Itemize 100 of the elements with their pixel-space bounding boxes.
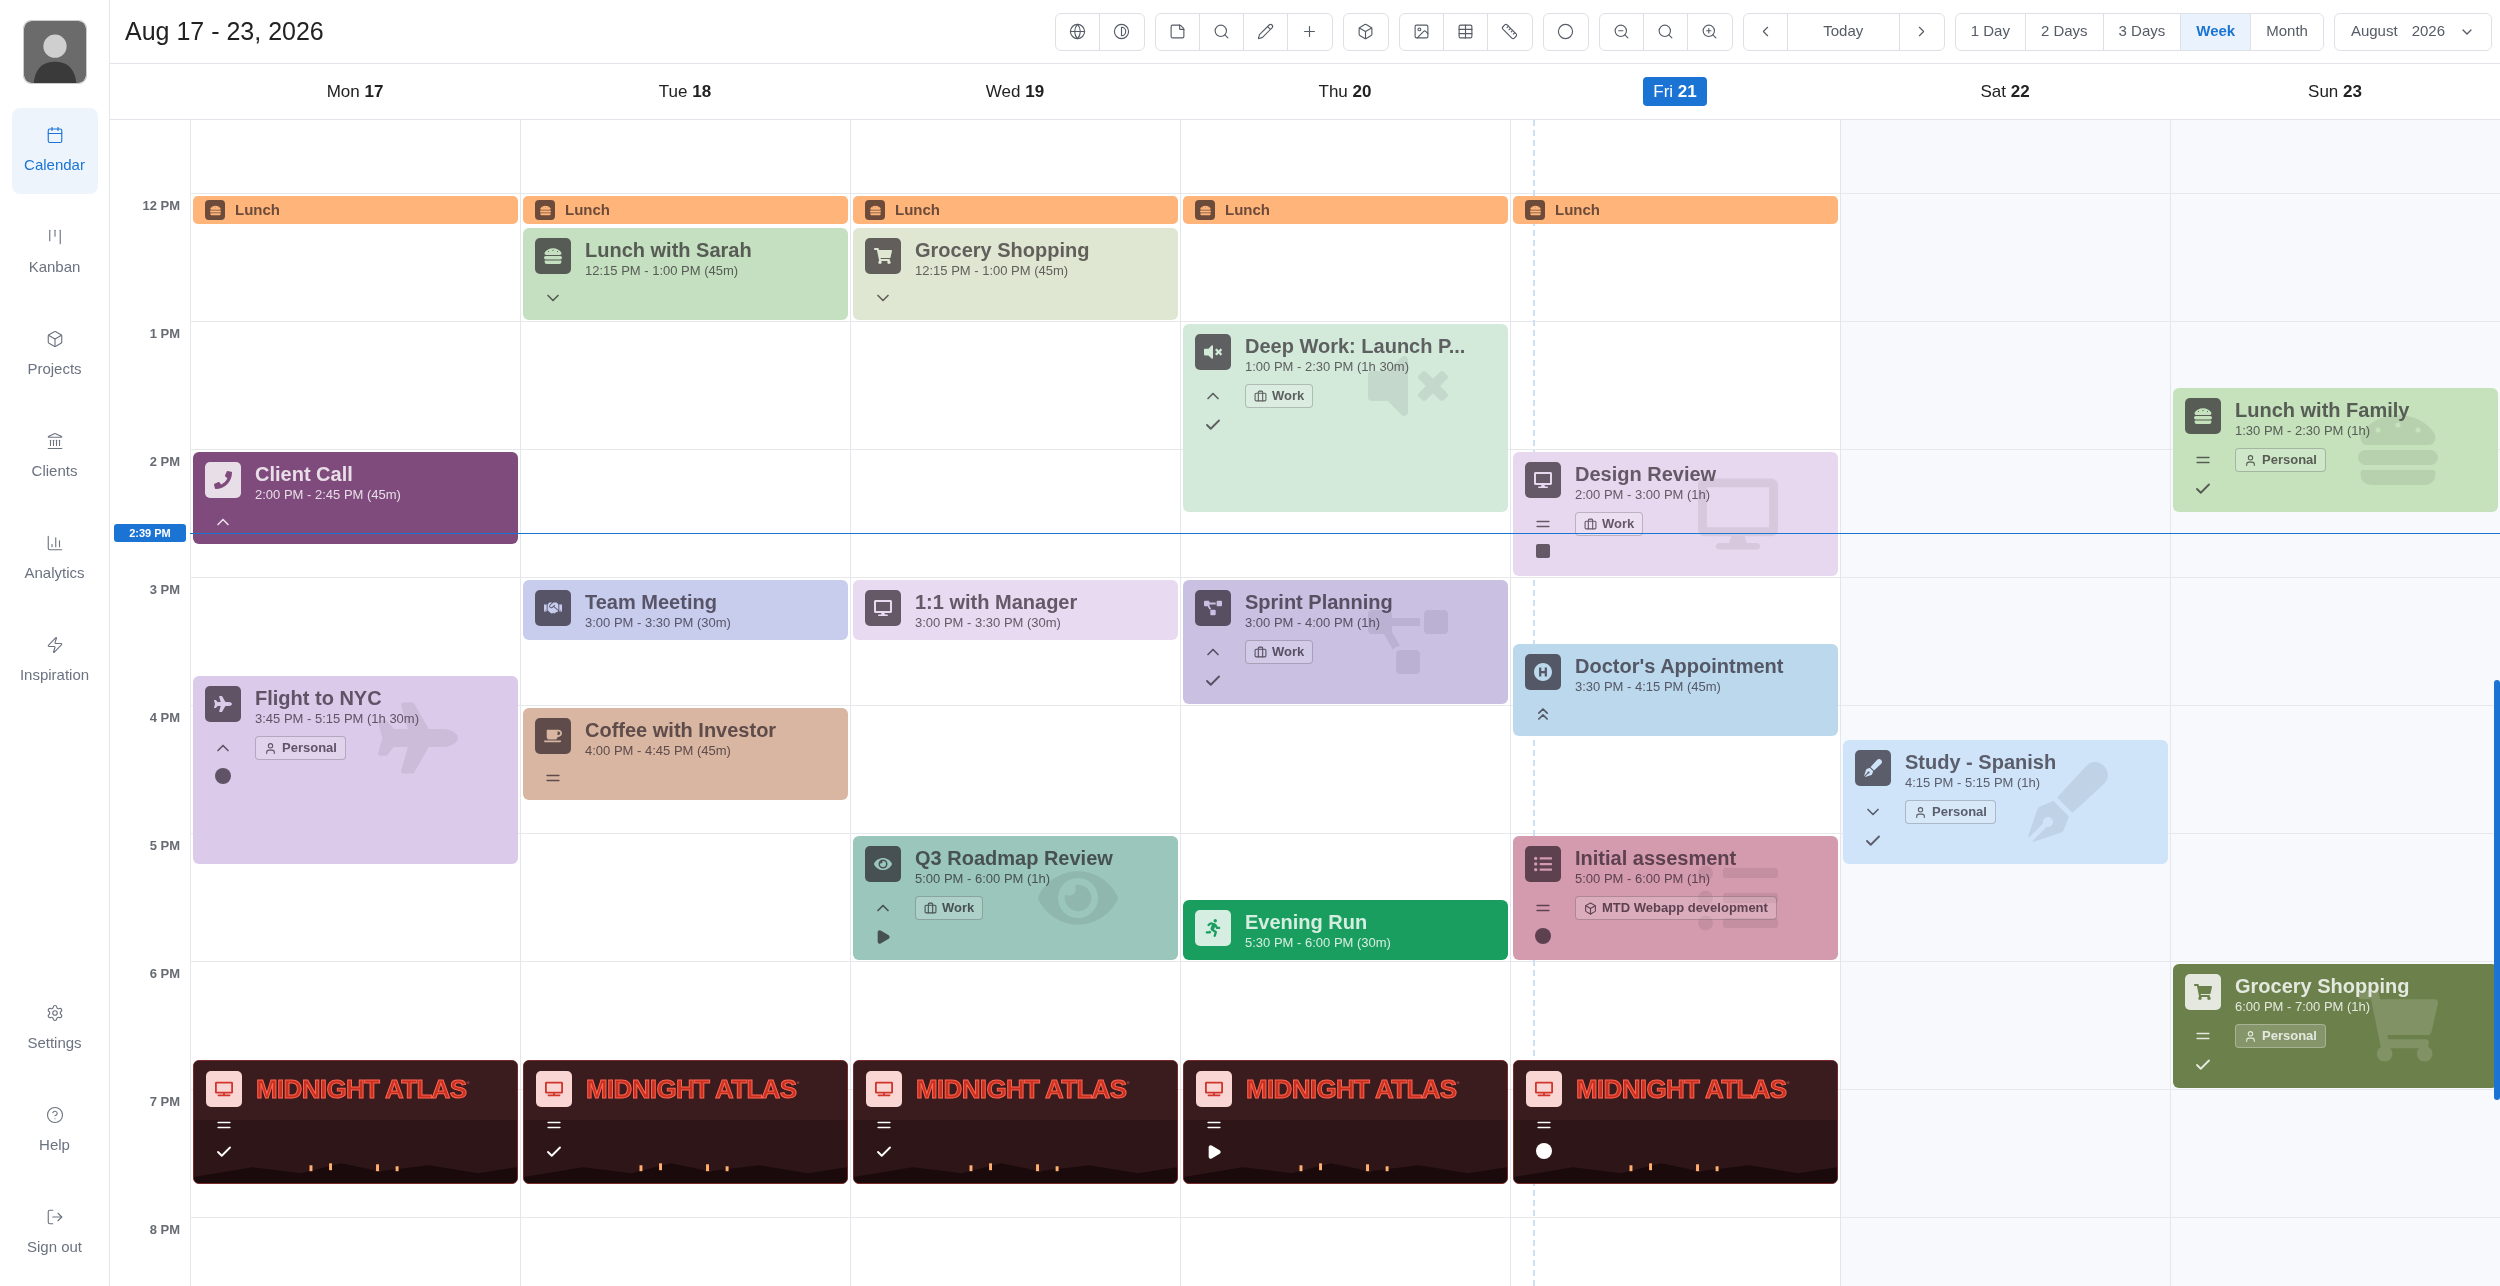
- event-card[interactable]: 1:1 with Manager 3:00 PM - 3:30 PM (30m): [853, 580, 1178, 640]
- burger-icon: [1195, 200, 1215, 220]
- event-card[interactable]: Client Call 2:00 PM - 2:45 PM (45m): [193, 452, 518, 544]
- event-title: Lunch: [895, 199, 940, 220]
- event-title: Deep Work: Launch P...: [1245, 334, 1467, 358]
- monitor-icon: [1525, 462, 1561, 498]
- view-tab[interactable]: 1 Day: [1955, 13, 2026, 50]
- tv-icon: [1196, 1071, 1232, 1107]
- event-title: Team Meeting: [585, 590, 718, 614]
- event-time: 5:30 PM - 6:00 PM (30m): [1245, 934, 1392, 952]
- bank-icon: [45, 431, 64, 450]
- event-card[interactable]: Evening Run 5:30 PM - 6:00 PM (30m): [1183, 900, 1508, 960]
- note-icon: [1168, 23, 1186, 40]
- event-card[interactable]: Study - Spanish 4:15 PM - 5:15 PM (1h) Personal: [1843, 740, 2168, 864]
- sidebar-item[interactable]: Settings: [11, 986, 98, 1072]
- sidebar-item[interactable]: Help: [11, 1088, 98, 1174]
- tv-icon: [1526, 1071, 1562, 1107]
- event-card[interactable]: Design Review 2:00 PM - 3:00 PM (1h) Work: [1513, 452, 1838, 576]
- event-card[interactable]: MIDNIGHT ATLAS: [1513, 1060, 1838, 1184]
- view-tab[interactable]: Month: [2251, 13, 2323, 50]
- month-select[interactable]: August 2026: [2333, 12, 2492, 51]
- sidebar-item[interactable]: Analytics: [11, 516, 98, 602]
- sidebar-item[interactable]: Clients: [11, 414, 98, 500]
- event-card[interactable]: MIDNIGHT ATLAS: [523, 1060, 848, 1184]
- today-button[interactable]: Today: [1787, 13, 1900, 50]
- sidebar-item[interactable]: Projects: [11, 312, 98, 398]
- event-card[interactable]: Q3 Roadmap Review 5:00 PM - 6:00 PM (1h) Work: [853, 836, 1178, 960]
- event-card[interactable]: MIDNIGHT ATLAS: [193, 1060, 518, 1184]
- burger-icon: [2185, 398, 2221, 434]
- scrollbar[interactable]: [2494, 680, 2500, 1100]
- burger-icon: [205, 200, 225, 220]
- time-label: 2 PM: [149, 453, 180, 470]
- event-card[interactable]: Coffee with Investor 4:00 PM - 4:45 PM (45m): [523, 708, 848, 800]
- view-tab[interactable]: Week: [2181, 13, 2252, 50]
- event-title: Lunch: [1555, 199, 1600, 220]
- bar-chart-icon: [45, 533, 64, 552]
- event-card[interactable]: Lunch with Sarah 12:15 PM - 1:00 PM (45m): [523, 228, 848, 320]
- view-tab[interactable]: 2 Days: [2025, 13, 2104, 50]
- lightning-icon: [45, 635, 64, 654]
- tv-icon: [536, 1071, 572, 1107]
- tv-icon: [206, 1071, 242, 1107]
- event-title: MIDNIGHT ATLAS: [1576, 1073, 1788, 1106]
- circle-icon: [1557, 23, 1575, 40]
- settings-icon: [45, 1003, 64, 1022]
- event-card[interactable]: Team Meeting 3:00 PM - 3:30 PM (30m): [523, 580, 848, 640]
- event-time: 2:00 PM - 3:00 PM (1h): [1575, 486, 1712, 504]
- event-title: Lunch: [1225, 199, 1270, 220]
- event-card[interactable]: Initial assesment 5:00 PM - 6:00 PM (1h) MTD Webapp development: [1513, 836, 1838, 960]
- avatar[interactable]: [22, 20, 87, 84]
- image-icon: [1412, 23, 1430, 40]
- sidebar-item[interactable]: Kanban: [11, 210, 98, 296]
- time-label: 12 PM: [142, 197, 180, 214]
- event-card[interactable]: Lunch with Family 1:30 PM - 2:30 PM (1h) Personal: [2173, 388, 2498, 512]
- table-icon: [1456, 23, 1474, 40]
- burger-icon: [535, 200, 555, 220]
- event-time: 5:00 PM - 6:00 PM (1h): [1575, 870, 1712, 888]
- event-card[interactable]: Grocery Shopping 12:15 PM - 1:00 PM (45m): [853, 228, 1178, 320]
- cart-icon: [865, 238, 901, 274]
- diagram-icon: [1195, 590, 1231, 626]
- sign-out-icon: [45, 1207, 64, 1226]
- event-card[interactable]: Lunch: [1183, 196, 1508, 224]
- event-card[interactable]: MIDNIGHT ATLAS: [1183, 1060, 1508, 1184]
- event-title: Lunch with Sarah: [585, 238, 753, 262]
- calendar-icon: [45, 125, 64, 144]
- sidebar-item[interactable]: Inspiration: [11, 618, 98, 704]
- runner-icon: [1195, 910, 1231, 946]
- event-title: MIDNIGHT ATLAS: [256, 1073, 468, 1106]
- cart-icon: [2185, 974, 2221, 1010]
- event-card[interactable]: Deep Work: Launch P... 1:00 PM - 2:30 PM (1h 30m) Work: [1183, 324, 1508, 512]
- event-time: 12:15 PM - 1:00 PM (45m): [915, 262, 1070, 280]
- event-title: Lunch: [565, 199, 610, 220]
- event-title: Flight to NYC: [255, 686, 383, 710]
- event-card[interactable]: Sprint Planning 3:00 PM - 4:00 PM (1h) Work: [1183, 580, 1508, 704]
- circle-button[interactable]: [1542, 12, 1589, 51]
- time-label: 1 PM: [149, 325, 180, 342]
- muted-speaker-icon: [1195, 334, 1231, 370]
- tag-label: Personal: [2262, 1027, 2317, 1046]
- event-card[interactable]: MIDNIGHT ATLAS: [853, 1060, 1178, 1184]
- time-label: 3 PM: [149, 581, 180, 598]
- cube-button[interactable]: [1342, 12, 1389, 51]
- cube-icon: [1357, 23, 1375, 40]
- time-label: 4 PM: [149, 709, 180, 726]
- event-card[interactable]: Lunch: [853, 196, 1178, 224]
- day-label: Sat 22: [1979, 80, 2031, 103]
- monitor-icon: [865, 590, 901, 626]
- tag-label: Work: [1272, 643, 1305, 662]
- sidebar-item[interactable]: Sign out: [11, 1190, 98, 1276]
- event-title: MIDNIGHT ATLAS: [586, 1073, 798, 1106]
- event-card[interactable]: Flight to NYC 3:45 PM - 5:15 PM (1h 30m) Personal: [193, 676, 518, 864]
- tag-label: Work: [942, 899, 975, 918]
- event-card[interactable]: Lunch: [193, 196, 518, 224]
- event-card[interactable]: Lunch: [523, 196, 848, 224]
- event-title: MIDNIGHT ATLAS: [916, 1073, 1128, 1106]
- event-card[interactable]: Doctor's Appointment 3:30 PM - 4:15 PM (45m): [1513, 644, 1838, 736]
- event-title: Q3 Roadmap Review: [915, 846, 1114, 870]
- sidebar-item[interactable]: Calendar: [11, 108, 98, 194]
- event-card[interactable]: Lunch: [1513, 196, 1838, 224]
- event-time: 1:00 PM - 2:30 PM (1h 30m): [1245, 358, 1410, 376]
- tag-label: Personal: [2262, 451, 2317, 470]
- event-title: Grocery Shopping: [2235, 974, 2411, 998]
